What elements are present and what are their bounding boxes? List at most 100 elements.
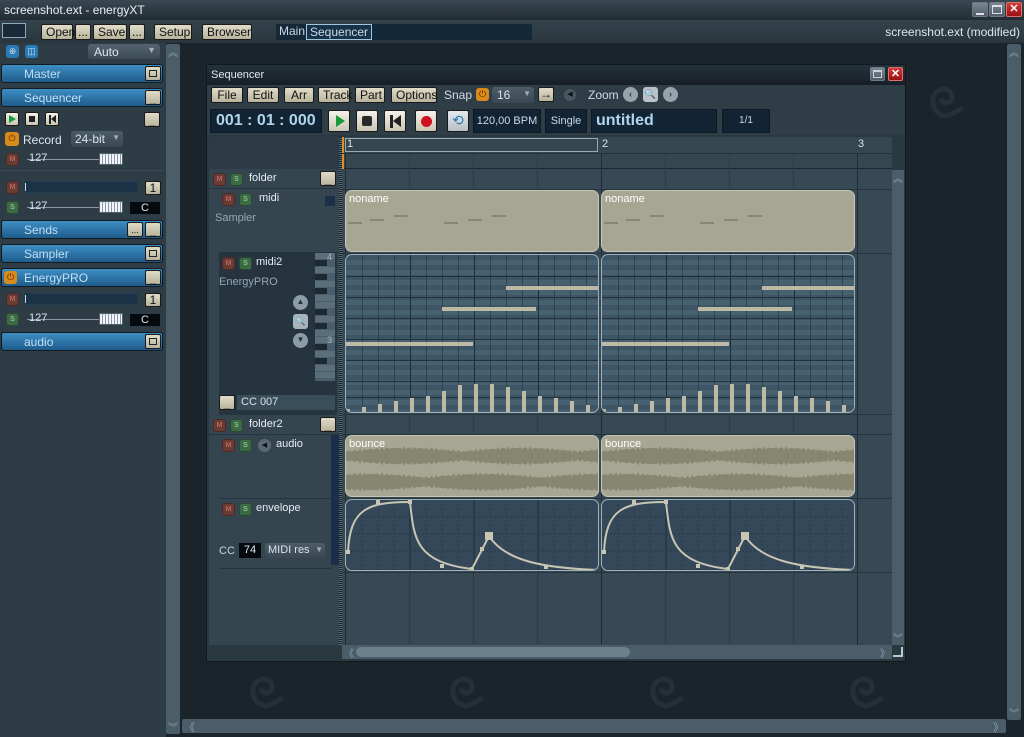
zoom-out-icon[interactable]: ‹ [623, 87, 638, 102]
piano-key[interactable] [315, 281, 335, 287]
velocity-bar[interactable] [346, 409, 350, 412]
velocity-bar[interactable] [666, 398, 670, 412]
snap-toggle-icon[interactable]: ⏻ [476, 88, 489, 101]
velocity-bar[interactable] [586, 405, 590, 412]
velocity-bar[interactable] [426, 396, 430, 412]
minimize-button[interactable] [972, 2, 988, 17]
velocity-bar[interactable] [410, 398, 414, 412]
envelope-line[interactable] [347, 500, 598, 570]
mode-select[interactable]: Auto ▼ [88, 44, 160, 59]
piano-roll-pattern[interactable] [601, 254, 855, 413]
output-button[interactable]: 1 [145, 181, 161, 195]
layout-icon[interactable]: ◫ [25, 45, 38, 58]
cc-lane-collapse-button[interactable]: _ [219, 395, 235, 410]
envelope-point[interactable] [544, 565, 548, 569]
menu-track[interactable]: Track [318, 87, 353, 103]
song-name-display[interactable]: untitled [591, 109, 717, 133]
record-power-icon[interactable]: ⏻ [5, 132, 19, 146]
scroll-left-icon[interactable]: 《 [184, 719, 195, 735]
midi-clip[interactable]: noname [345, 190, 599, 252]
piano-key[interactable] [315, 309, 327, 315]
strip-energypro[interactable]: ⏻ EnergyPRO _ [1, 268, 163, 287]
expand-button[interactable] [145, 246, 161, 261]
piano-key[interactable] [315, 323, 327, 329]
velocity-bar[interactable] [442, 391, 446, 412]
velocity-bar[interactable] [570, 401, 574, 412]
sequencer-title-bar[interactable]: Sequencer ✕ [207, 65, 905, 85]
tempo-display[interactable]: 120,00 BPM [473, 109, 541, 133]
sequencer-close-button[interactable]: ✕ [888, 67, 903, 81]
piano-key[interactable] [315, 344, 327, 350]
envelope-point[interactable] [602, 550, 606, 554]
audio-clip[interactable]: bounce [601, 435, 855, 497]
fader-knob[interactable] [99, 201, 123, 213]
master-volume-fader[interactable]: 127 [27, 152, 123, 165]
envelope-point[interactable] [480, 547, 484, 551]
velocity-bar[interactable] [458, 385, 462, 412]
piano-key[interactable] [315, 358, 327, 364]
envelope-point[interactable] [736, 547, 740, 551]
rewind-button[interactable] [45, 112, 59, 126]
piano-key[interactable] [315, 365, 335, 371]
velocity-bar[interactable] [474, 384, 478, 412]
envelope-point[interactable] [376, 500, 380, 504]
fader-knob[interactable] [99, 153, 123, 165]
mute-button[interactable]: M [222, 439, 235, 452]
pan-display[interactable]: C [129, 313, 161, 327]
color-swatch[interactable] [2, 23, 26, 38]
volume-fader[interactable]: 127 [27, 200, 123, 213]
solo-button[interactable]: S [239, 257, 252, 270]
scroll-up-icon[interactable]: ▲ [293, 295, 308, 310]
solo-button[interactable]: S [6, 201, 19, 214]
scroll-down-icon[interactable]: ︾ [168, 719, 178, 734]
velocity-bar[interactable] [730, 384, 734, 412]
sequencer-maximize-button[interactable] [870, 67, 885, 81]
audio-clip[interactable]: bounce [345, 435, 599, 497]
collapse-button[interactable]: _ [145, 90, 161, 105]
track-envelope[interactable]: M S envelope CC 74 MIDI res ▼ [219, 499, 331, 569]
track-midi2[interactable]: M S midi2 EnergyPRO ▲ 🔍 ▼ 4 3 _ CC 007 [219, 252, 337, 415]
left-panel-scrollbar[interactable]: ︽ ︾ [166, 44, 180, 734]
velocity-bar[interactable] [810, 398, 814, 412]
envelope-point[interactable] [726, 567, 730, 571]
scroll-right-icon[interactable]: 》 [880, 645, 890, 660]
record-button[interactable] [415, 110, 437, 132]
expand-button[interactable] [145, 334, 161, 349]
velocity-bar[interactable] [762, 387, 766, 412]
open-button[interactable]: Open [41, 24, 75, 40]
scroll-up-icon[interactable]: ︽ [893, 170, 903, 185]
piano-key[interactable] [315, 316, 335, 322]
velocity-bar[interactable] [826, 401, 830, 412]
envelope-point[interactable] [596, 568, 599, 571]
scroll-right-icon[interactable]: 》 [993, 719, 1004, 735]
speaker-icon[interactable]: ◀ [258, 439, 271, 452]
stop-button[interactable] [25, 112, 39, 126]
collapse-folder-button[interactable]: _ [320, 171, 336, 186]
collapse-button[interactable]: _ [145, 222, 161, 237]
solo-button[interactable]: S [6, 313, 19, 326]
velocity-bar[interactable] [794, 396, 798, 412]
stop-button[interactable] [356, 110, 378, 132]
solo-button[interactable]: S [239, 439, 252, 452]
setup-button[interactable]: Setup [154, 24, 192, 40]
cc-number-field[interactable]: 74 [239, 543, 261, 558]
bit-depth-select[interactable]: 24-bit ▼ [71, 131, 123, 147]
piano-key[interactable] [315, 295, 335, 301]
piano-key[interactable] [315, 302, 335, 308]
velocity-bar[interactable] [490, 384, 494, 412]
snap-select[interactable]: 16 ▼ [492, 87, 534, 103]
midi-note[interactable] [346, 342, 473, 346]
piano-roll-pattern[interactable] [345, 254, 599, 413]
mute-button[interactable]: M [6, 293, 19, 306]
envelope-point[interactable] [664, 500, 668, 504]
workspace-vscrollbar[interactable]: ︽ ︾ [1007, 44, 1021, 720]
velocity-bar[interactable] [618, 407, 622, 412]
pan-display[interactable]: C [129, 201, 161, 215]
piano-key[interactable] [315, 288, 327, 294]
piano-key[interactable] [315, 267, 335, 273]
mute-button[interactable]: M [222, 257, 235, 270]
open-more-button[interactable]: ... [75, 24, 91, 40]
close-button[interactable]: ✕ [1006, 2, 1022, 17]
velocity-bar[interactable] [842, 405, 846, 412]
scroll-left-icon[interactable]: 《 [344, 645, 354, 660]
